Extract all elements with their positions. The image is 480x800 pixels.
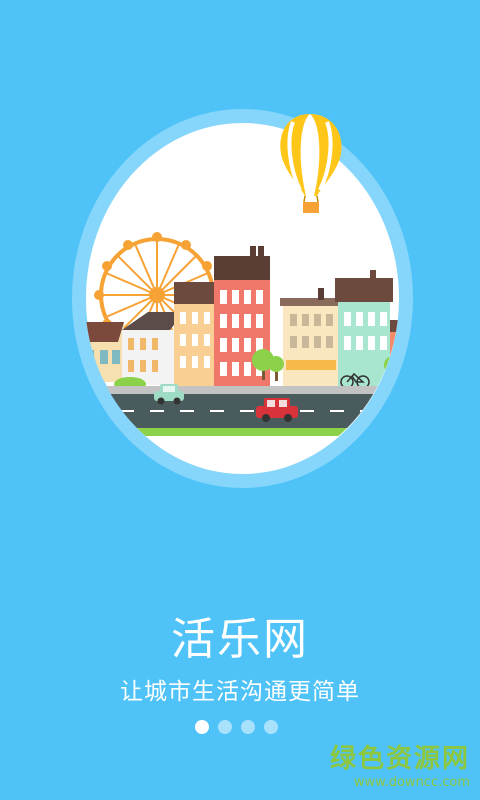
- watermark: 绿色资源网 www.downcc.com: [330, 738, 470, 790]
- watermark-brand: 绿色资源网: [330, 744, 471, 774]
- hero-illustration: [86, 123, 399, 474]
- page-indicator: [195, 720, 278, 734]
- page-dot-3[interactable]: [241, 720, 255, 734]
- watermark-url: www.downcc.com: [353, 775, 470, 790]
- app-subtitle: 让城市生活沟通更简单: [120, 679, 360, 705]
- page-dot-1[interactable]: [195, 720, 209, 734]
- app-title: 活乐网: [171, 614, 309, 665]
- page-dot-4[interactable]: [264, 720, 278, 734]
- page-dot-2[interactable]: [218, 720, 232, 734]
